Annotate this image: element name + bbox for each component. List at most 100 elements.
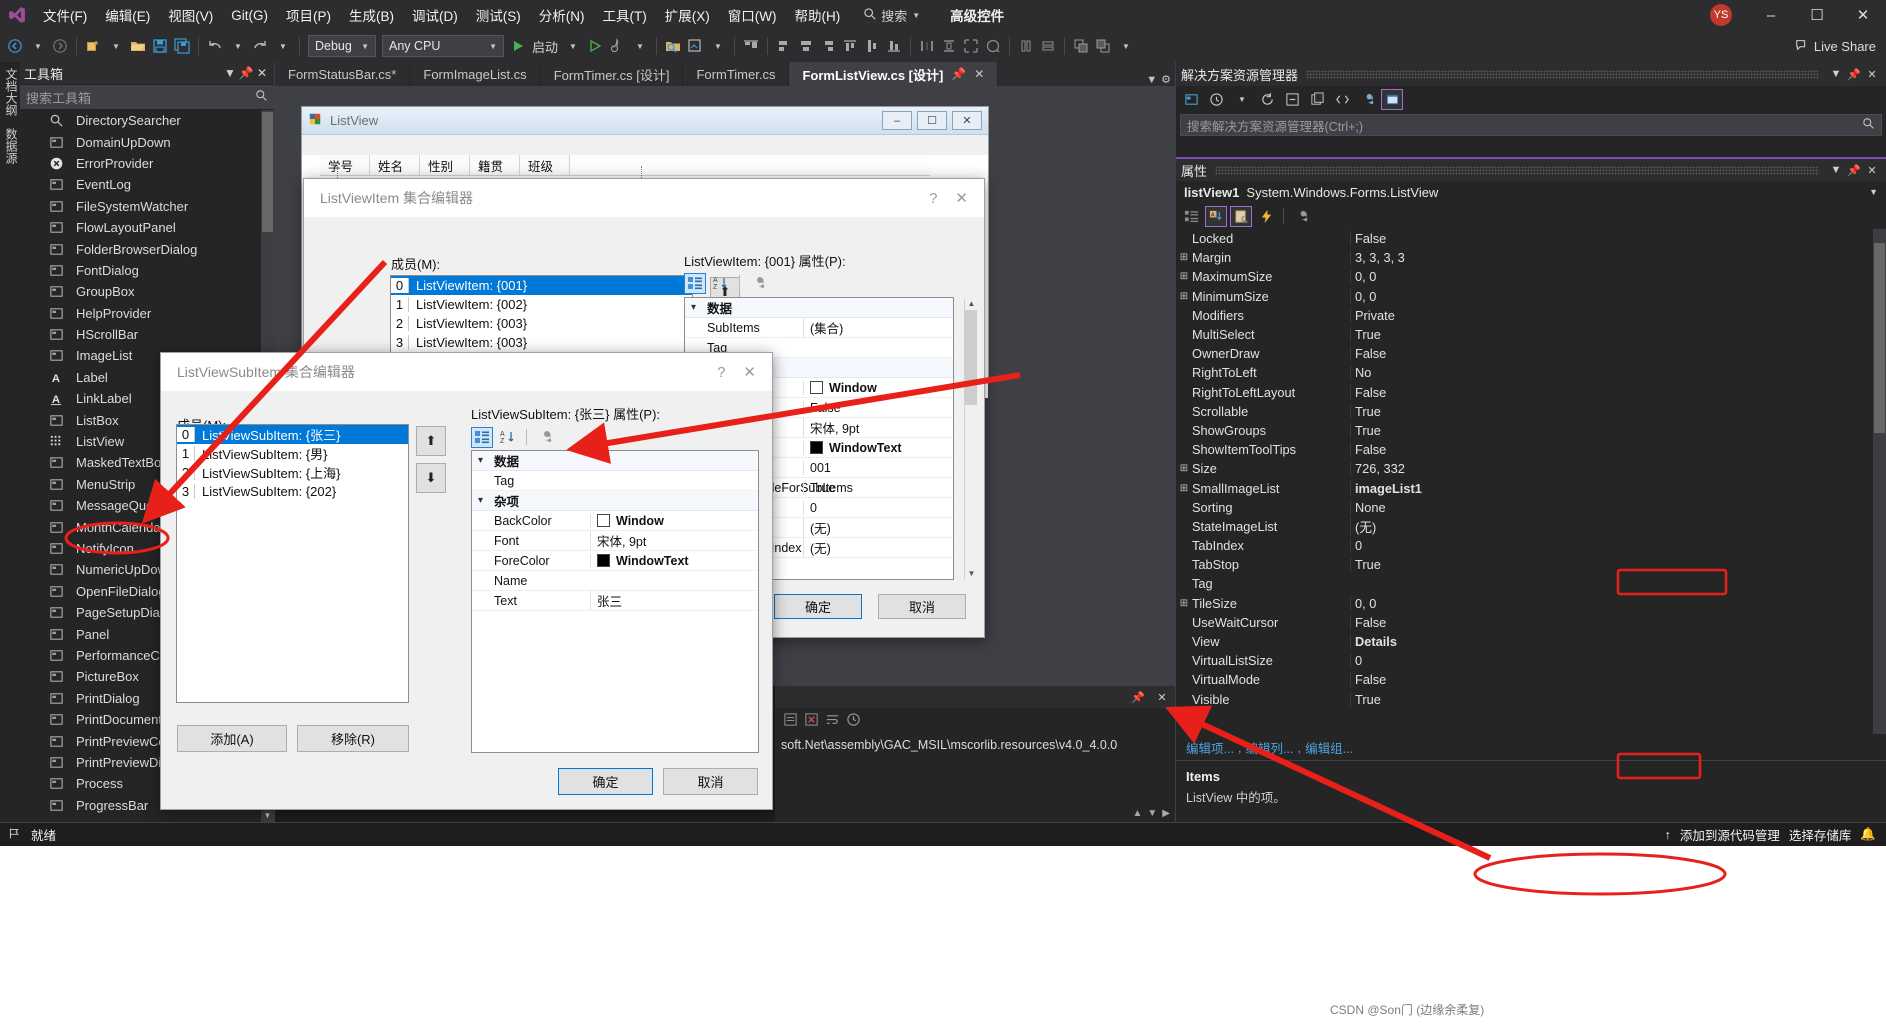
search-icon[interactable] (255, 89, 268, 105)
property-value[interactable]: Details (1350, 634, 1886, 650)
property-value[interactable]: None (1350, 499, 1886, 515)
new-project-dropdown[interactable]: ▼ (105, 34, 127, 58)
property-row[interactable]: ⊞ SmallImageList imageList1 (1176, 478, 1886, 497)
navigate-back-dropdown[interactable]: ▼ (27, 34, 49, 58)
align-tops-icon[interactable] (740, 34, 762, 58)
property-row[interactable]: TabIndex 0 (1176, 536, 1886, 555)
save-icon[interactable] (149, 34, 171, 58)
refresh-icon[interactable] (1256, 89, 1278, 110)
save-all-icon[interactable] (171, 34, 193, 58)
start-label[interactable]: 启动 (529, 34, 561, 58)
item-member-row[interactable]: 0 ListViewItem: {001} (391, 276, 692, 295)
toolbox-item-groupbox[interactable]: GroupBox (20, 281, 274, 302)
subitem-property-row[interactable]: BackColor Window (472, 511, 758, 531)
hot-reload-icon[interactable] (606, 34, 628, 58)
menu-file[interactable]: 文件(F) (34, 1, 96, 29)
subitem-member-row[interactable]: 3 ListViewSubItem: {202} (177, 482, 408, 501)
scroll-down-icon[interactable]: ▼ (965, 569, 978, 580)
property-row[interactable]: ⊞ MinimumSize 0, 0 (1176, 287, 1886, 306)
redo-icon[interactable] (249, 34, 271, 58)
scroll-down-icon[interactable]: ▼ (1147, 808, 1157, 819)
winform-maximize-button[interactable]: ☐ (917, 111, 947, 130)
drag-handle[interactable] (1306, 69, 1819, 79)
pending-changes-icon[interactable] (1205, 89, 1227, 110)
close-icon[interactable]: ✕ (1863, 64, 1881, 84)
size-to-grid-icon[interactable] (982, 34, 1004, 58)
listview-column-1[interactable]: 姓名 (370, 155, 420, 175)
property-value[interactable]: Private (1350, 307, 1886, 323)
expand-icon[interactable]: ⊞ (1176, 291, 1192, 302)
expand-icon[interactable]: ⊞ (1176, 598, 1192, 609)
property-row[interactable]: Locked False (1176, 229, 1886, 248)
menu-window[interactable]: 窗口(W) (719, 1, 786, 29)
ok-button[interactable]: 确定 (558, 768, 653, 795)
align-bottoms-icon[interactable] (883, 34, 905, 58)
toolbox-item-helpprovider[interactable]: HelpProvider (20, 303, 274, 324)
close-icon[interactable]: ✕ (1153, 687, 1171, 707)
chevron-down-icon[interactable]: ▾ (478, 495, 494, 506)
scroll-thumb[interactable] (965, 310, 977, 405)
menu-test[interactable]: 测试(S) (467, 1, 530, 29)
make-same-height-icon[interactable] (938, 34, 960, 58)
listview-column-3[interactable]: 籍贯 (470, 155, 520, 175)
undo-dropdown[interactable]: ▼ (227, 34, 249, 58)
property-value[interactable]: True (1350, 557, 1886, 573)
property-value[interactable]: True (1350, 422, 1886, 438)
undo-icon[interactable] (204, 34, 226, 58)
property-value[interactable]: 宋体, 9pt (803, 418, 953, 437)
maximize-button[interactable]: ☐ (1794, 0, 1840, 30)
property-value[interactable]: True (1350, 403, 1886, 419)
item-member-row[interactable]: 3 ListViewItem: {003} (391, 333, 692, 352)
property-value[interactable]: True (1350, 327, 1886, 343)
property-row[interactable]: Tag (1176, 574, 1886, 593)
send-to-back-icon[interactable] (1092, 34, 1114, 58)
property-row[interactable]: ⊞ MaximumSize 0, 0 (1176, 267, 1886, 286)
pending-changes-dropdown[interactable]: ▼ (1231, 89, 1253, 110)
property-value[interactable]: True (803, 480, 953, 495)
cancel-button[interactable]: 取消 (663, 768, 758, 795)
find-in-files-icon[interactable] (662, 34, 684, 58)
menu-analyze[interactable]: 分析(N) (530, 1, 594, 29)
property-value[interactable]: False (1350, 384, 1886, 400)
subitem-property-row[interactable]: ForeColor WindowText (472, 551, 758, 571)
categorized-view-icon[interactable] (471, 426, 493, 448)
document-tab-4[interactable]: FormListView.cs [设计] 📌 ✕ (789, 62, 999, 86)
new-project-icon[interactable] (82, 34, 104, 58)
avatar[interactable]: YS (1710, 4, 1732, 26)
subitem-property-category[interactable]: ▾ 数据 (472, 451, 758, 471)
view-code-icon[interactable] (1331, 89, 1353, 110)
collapse-all-icon[interactable] (1281, 89, 1303, 110)
subitem-property-category[interactable]: ▾ 杂项 (472, 491, 758, 511)
horizontal-spacing-icon[interactable] (1015, 34, 1037, 58)
subitem-property-row[interactable]: Font 宋体, 9pt (472, 531, 758, 551)
pin-icon[interactable]: 📌 (1845, 64, 1863, 84)
bring-to-front-icon[interactable] (1070, 34, 1092, 58)
property-grid-scrollbar[interactable]: ▲ ▼ (964, 299, 977, 580)
categorized-view-icon[interactable] (684, 272, 706, 294)
expand-icon[interactable]: ⊞ (1176, 463, 1192, 474)
item-property-category[interactable]: ▾ 数据 (685, 298, 953, 318)
properties-scrollbar[interactable] (1873, 229, 1886, 734)
chevron-down-icon[interactable]: ▾ (478, 455, 494, 466)
menu-extensions[interactable]: 扩展(X) (656, 1, 719, 29)
pin-icon[interactable]: 📌 (1129, 687, 1147, 707)
members-list[interactable]: 0 ListViewSubItem: {张三} 1 ListViewSubItem: … (176, 424, 409, 703)
property-row[interactable]: ShowItemToolTips False (1176, 440, 1886, 459)
close-icon[interactable]: ✕ (974, 67, 984, 81)
solution-explorer-search-input[interactable]: 搜索解决方案资源管理器(Ctrl+;) (1180, 114, 1882, 136)
toggle-wordwrap-icon[interactable] (825, 712, 840, 730)
properties-grid[interactable]: Locked False ⊞ Margin 3, 3, 3, 3 ⊞ MaximumSize… (1176, 229, 1886, 734)
platform-combobox[interactable]: Any CPU ▼ (382, 35, 504, 57)
properties-icon[interactable] (1356, 89, 1378, 110)
start-without-debug-icon[interactable] (584, 34, 606, 58)
cancel-button[interactable]: 取消 (878, 594, 966, 619)
pin-icon[interactable]: 📌 (238, 64, 254, 82)
vertical-spacing-icon[interactable] (1037, 34, 1059, 58)
status-repo[interactable]: 选择存储库 (1789, 825, 1852, 844)
toolbox-search-input[interactable]: 搜索工具箱 (20, 85, 274, 109)
events-icon[interactable] (1255, 206, 1277, 227)
property-row[interactable]: ⊞ Size 726, 332 (1176, 459, 1886, 478)
move-down-button[interactable]: ⬇ (416, 463, 446, 493)
property-pages-icon[interactable] (534, 427, 556, 448)
property-value[interactable]: 宋体, 9pt (590, 531, 758, 550)
